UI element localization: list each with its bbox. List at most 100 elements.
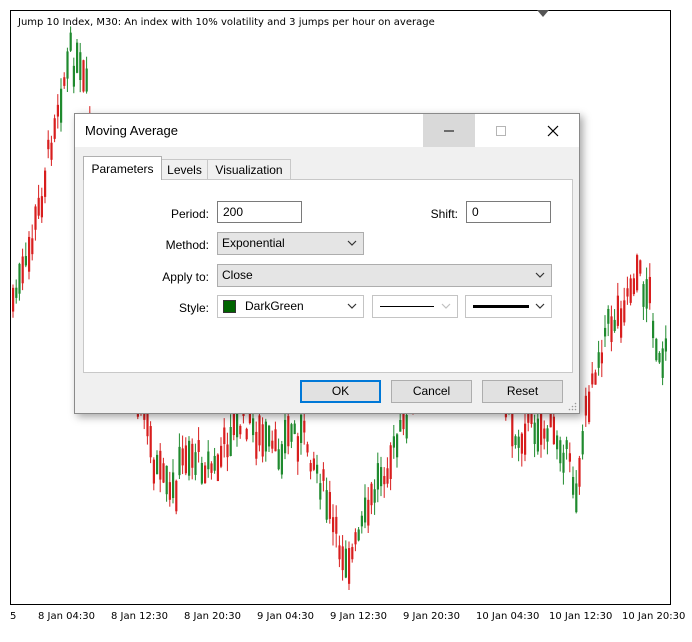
line-style-select[interactable] — [372, 295, 458, 318]
moving-average-dialog: Moving Average Parameters Levels Visuali… — [74, 113, 580, 414]
candle-body — [50, 142, 53, 160]
candle-body — [168, 482, 171, 500]
candle-body — [370, 483, 373, 506]
line-style-preview — [380, 306, 434, 307]
chevron-down-icon — [535, 303, 545, 309]
chevron-down-icon — [347, 303, 357, 309]
candle-body — [524, 423, 527, 455]
close-button[interactable] — [527, 114, 579, 147]
candle-body — [306, 444, 309, 453]
candle-body — [261, 424, 264, 457]
method-label: Method: — [165, 238, 209, 252]
candle-body — [40, 196, 43, 218]
candle-body — [520, 433, 523, 454]
candle-body — [28, 236, 31, 272]
cancel-button[interactable]: Cancel — [391, 380, 472, 403]
apply-to-select[interactable]: Close — [217, 264, 552, 287]
ok-button[interactable]: OK — [300, 380, 381, 403]
tab-levels[interactable]: Levels — [160, 159, 209, 180]
shift-input[interactable]: 0 — [466, 201, 551, 223]
chart-shift-marker[interactable] — [537, 10, 549, 17]
candle-body — [360, 515, 363, 527]
candle-body — [568, 453, 571, 462]
candle-body — [661, 348, 664, 378]
candle-body — [610, 316, 613, 343]
candle-body — [204, 465, 207, 484]
tab-parameters[interactable]: Parameters — [83, 156, 162, 180]
reset-button[interactable]: Reset — [482, 380, 563, 403]
chevron-down-icon — [347, 240, 357, 246]
candle-body — [200, 462, 203, 484]
candle-body — [239, 425, 242, 435]
candle-body — [216, 454, 219, 482]
time-axis-label: 9 Jan 20:30 — [403, 611, 460, 622]
chart-title: Jump 10 Index, M30: An index with 10% vo… — [18, 17, 435, 28]
candle-body — [533, 422, 536, 445]
candle-body — [24, 256, 27, 266]
time-axis-label: 8 Jan 04:30 — [38, 611, 95, 622]
candle-body — [280, 444, 283, 475]
candle-body — [664, 338, 667, 352]
candle-body — [389, 445, 392, 479]
style-label: Style: — [178, 301, 209, 315]
candle-body — [226, 444, 229, 458]
candle-body — [572, 476, 575, 495]
candle-body — [652, 320, 655, 339]
period-label: Period: — [170, 207, 209, 221]
candle-body — [47, 139, 50, 150]
candle-body — [152, 459, 155, 484]
dialog-titlebar[interactable]: Moving Average — [75, 114, 579, 147]
candle-body — [328, 492, 331, 519]
candle-body — [69, 32, 72, 51]
style-color-name: DarkGreen — [245, 299, 304, 313]
method-value: Exponential — [222, 236, 285, 250]
time-axis-label: 10 Jan 12:30 — [549, 611, 613, 622]
price-axis-line — [670, 10, 671, 604]
candle-body — [591, 373, 594, 385]
candle-body — [629, 278, 632, 303]
candle-body — [56, 104, 59, 117]
candle-body — [159, 450, 162, 480]
chevron-down-icon — [535, 272, 545, 278]
candle-body — [632, 278, 635, 295]
candle-body — [82, 60, 85, 92]
candle-body — [383, 476, 386, 485]
candle-body — [181, 448, 184, 466]
minimize-button[interactable] — [423, 114, 475, 147]
candle-body — [338, 545, 341, 560]
candle-body — [175, 480, 178, 512]
candle-body — [34, 206, 37, 230]
candle-body — [184, 445, 187, 474]
candle-body — [72, 65, 75, 87]
candle-body — [191, 443, 194, 468]
method-select[interactable]: Exponential — [217, 232, 364, 255]
line-width-preview — [473, 305, 529, 308]
tab-visualization[interactable]: Visualization — [207, 159, 291, 180]
style-color-select[interactable]: DarkGreen — [217, 295, 364, 318]
candle-body — [588, 391, 591, 423]
candle-body — [380, 467, 383, 487]
candle-body — [600, 352, 603, 364]
candle-body — [194, 452, 197, 475]
candle-body — [623, 300, 626, 323]
candle-body — [559, 440, 562, 464]
candle-body — [156, 454, 159, 475]
maximize-button[interactable] — [475, 114, 527, 147]
resize-grip-icon[interactable] — [568, 402, 577, 411]
candle-body — [223, 427, 226, 445]
candle-body — [405, 414, 408, 439]
candle-body — [220, 445, 223, 467]
candle-body — [607, 308, 610, 324]
line-width-select[interactable] — [465, 295, 552, 318]
apply-to-value: Close — [222, 268, 253, 282]
candle-body — [341, 546, 344, 571]
time-axis-label: 10 Jan 20:30 — [622, 611, 686, 622]
candle-body — [316, 464, 319, 474]
candle-body — [197, 440, 200, 452]
time-axis-line — [10, 604, 671, 605]
close-icon — [547, 125, 559, 136]
period-input[interactable]: 200 — [217, 201, 302, 223]
candle-body — [264, 421, 267, 452]
candle-body — [565, 440, 568, 450]
candle-body — [392, 436, 395, 448]
